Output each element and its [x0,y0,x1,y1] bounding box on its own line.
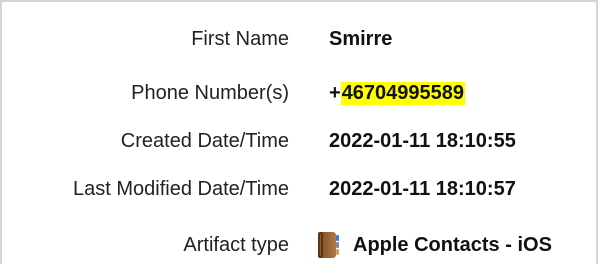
last-modified-label: Last Modified Date/Time [72,177,289,200]
last-modified-value: 2022-01-11 18:10:57 [329,178,516,201]
artifact-type-text: Apple Contacts - iOS [353,233,552,256]
row-first-name: First Name Smirre [2,21,600,57]
row-created: Created Date/Time 2022-01-11 18:10:55 [2,123,600,159]
properties-panel: First Name Smirre Phone Number(s) +46704… [0,0,598,264]
artifact-type-value: Apple Contacts - iOS [316,231,552,259]
phone-number-highlighted: 46704995589 [340,81,466,105]
first-name-value: Smirre [329,28,392,51]
created-text: 2022-01-11 18:10:55 [329,129,516,152]
row-last-modified: Last Modified Date/Time 2022-01-11 18:10… [2,171,600,207]
first-name-label: First Name [191,27,289,50]
phone-prefix: + [329,81,341,104]
last-modified-text: 2022-01-11 18:10:57 [329,177,516,200]
row-phone-numbers: Phone Number(s) +46704995589 [2,75,600,111]
created-value: 2022-01-11 18:10:55 [329,130,516,153]
first-name-text: Smirre [329,27,393,50]
artifact-type-label: Artifact type [183,233,289,256]
contacts-app-icon [316,231,340,259]
created-label: Created Date/Time [120,129,289,152]
phone-numbers-label: Phone Number(s) [131,81,289,104]
phone-numbers-value: +46704995589 [329,81,466,105]
row-artifact-type: Artifact type Apple Contacts - iOS [2,227,600,263]
